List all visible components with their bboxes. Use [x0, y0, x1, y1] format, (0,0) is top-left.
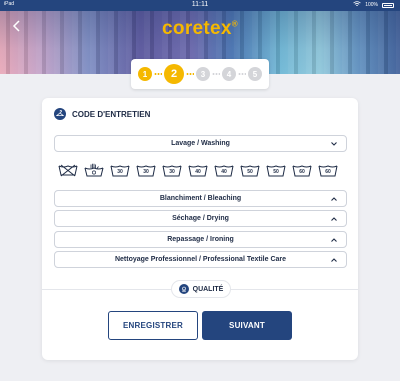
- clock: 11:11: [191, 1, 209, 8]
- step-2[interactable]: 2: [164, 64, 184, 84]
- step-2-label: 2: [170, 68, 178, 80]
- wash-symbol-40-gentle[interactable]: 40: [214, 163, 234, 177]
- status-bar: iPad 11:11 100%: [0, 0, 400, 11]
- step-connector: [154, 73, 162, 75]
- step-1[interactable]: 1: [138, 67, 152, 81]
- ironing-accordion[interactable]: Repassage / Ironing: [54, 231, 347, 248]
- professional-care-accordion[interactable]: Nettoyage Professionnel / Professional T…: [54, 251, 347, 268]
- wifi-icon: [353, 1, 361, 9]
- wash-temp-label: 40: [221, 169, 227, 175]
- chevron-up-icon: [330, 236, 338, 244]
- step-5[interactable]: 5: [248, 67, 262, 81]
- step-3[interactable]: 3: [196, 67, 210, 81]
- wash-symbol-no-wash[interactable]: [58, 163, 78, 177]
- chevron-up-icon: [330, 215, 338, 223]
- step-4-label: 4: [226, 69, 232, 79]
- battery-icon: [382, 2, 394, 8]
- wash-symbol-30[interactable]: 30: [110, 163, 130, 177]
- wash-symbol-60[interactable]: 60: [292, 163, 312, 177]
- hanger-icon: [54, 108, 66, 120]
- step-1-label: 1: [142, 69, 148, 79]
- logo-text: coretex: [162, 18, 232, 39]
- quality-title: QUALITÉ: [192, 285, 224, 293]
- bleaching-label: Blanchiment / Bleaching: [159, 195, 242, 202]
- wash-symbol-hand-wash[interactable]: [84, 163, 104, 177]
- wash-symbol-50[interactable]: 50: [240, 163, 260, 177]
- step-connector: [212, 73, 220, 75]
- care-section-title: CODE D'ENTRETIEN: [72, 109, 151, 119]
- quality-section-header[interactable]: QUALITÉ: [171, 280, 231, 298]
- step-4[interactable]: 4: [222, 67, 236, 81]
- wash-symbol-60-gentle[interactable]: 60: [318, 163, 338, 177]
- drying-label: Séchage / Drying: [172, 215, 229, 222]
- step-3-label: 3: [200, 69, 206, 79]
- logo-mark: ®: [231, 19, 238, 29]
- washing-accordion[interactable]: Lavage / Washing: [54, 135, 347, 152]
- status-right: 100%: [353, 1, 394, 9]
- wash-symbol-50-gentle[interactable]: 50: [266, 163, 286, 177]
- next-button[interactable]: SUIVANT: [202, 311, 292, 340]
- washing-label: Lavage / Washing: [171, 140, 230, 147]
- progress-stepper: 1 2 3 4 5: [131, 59, 269, 89]
- wash-symbol-30-very-gentle[interactable]: 30: [162, 163, 182, 177]
- bleaching-accordion[interactable]: Blanchiment / Bleaching: [54, 190, 347, 207]
- care-card: CODE D'ENTRETIEN Lavage / Washing 30 30 …: [42, 98, 358, 360]
- wash-temp-label: 40: [195, 169, 201, 175]
- wash-temp-label: 30: [169, 169, 175, 175]
- battery-percent: 100%: [365, 2, 378, 8]
- step-connector: [186, 73, 194, 75]
- wash-symbol-30-gentle[interactable]: 30: [136, 163, 156, 177]
- chevron-down-icon: [330, 140, 338, 148]
- washing-symbols: 30 30 30 40 40 50 50 60 60: [58, 163, 348, 177]
- chevron-up-icon: [330, 256, 338, 264]
- drying-accordion[interactable]: Séchage / Drying: [54, 210, 347, 227]
- chevron-up-icon: [330, 195, 338, 203]
- step-connector: [238, 73, 246, 75]
- wash-temp-label: 60: [299, 169, 305, 175]
- save-button[interactable]: ENREGISTRER: [108, 311, 198, 340]
- wash-temp-label: 50: [247, 169, 253, 175]
- wash-symbol-40[interactable]: 40: [188, 163, 208, 177]
- wash-temp-label: 30: [117, 169, 123, 175]
- care-section-header: CODE D'ENTRETIEN: [54, 108, 150, 120]
- professional-care-label: Nettoyage Professionnel / Professional T…: [114, 256, 287, 263]
- brand-logo: coretex®: [0, 18, 400, 40]
- wash-temp-label: 60: [325, 169, 331, 175]
- quality-icon: [178, 284, 189, 294]
- wash-temp-label: 30: [143, 169, 149, 175]
- step-5-label: 5: [252, 69, 258, 79]
- ironing-label: Repassage / Ironing: [167, 236, 234, 243]
- wash-temp-label: 50: [273, 169, 279, 175]
